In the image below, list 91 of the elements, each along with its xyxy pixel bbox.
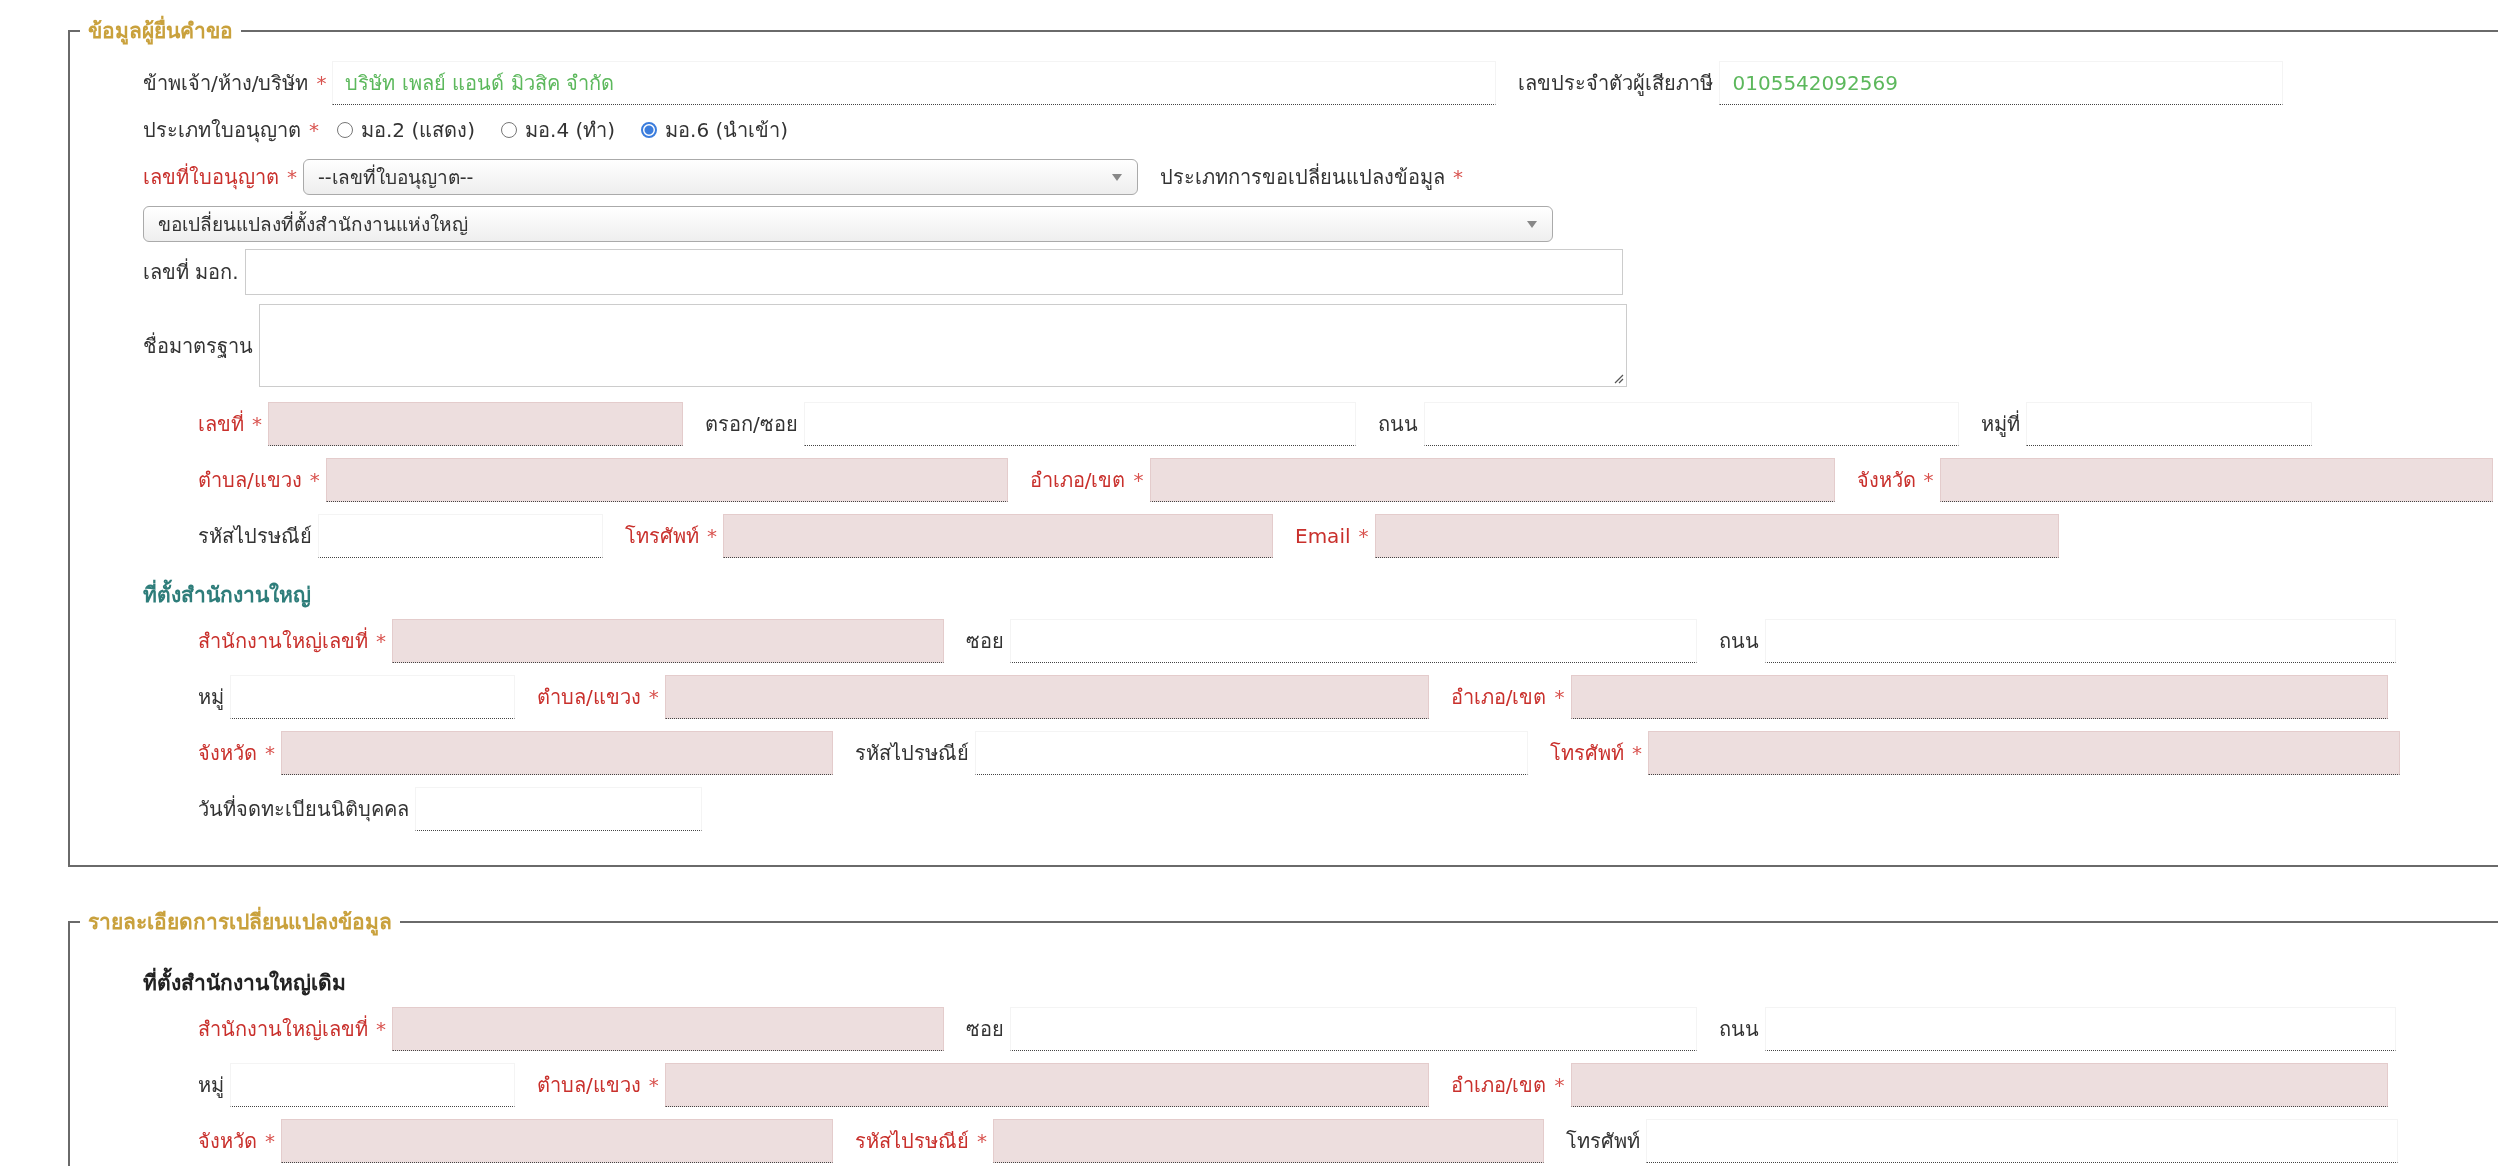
radio-label[interactable]: มอ.2 (แสดง) [361, 114, 476, 146]
field-label: รหัสไปรษณีย์ [855, 1128, 969, 1155]
text-field[interactable] [1570, 1063, 2388, 1107]
text-field[interactable] [1374, 514, 2059, 558]
text-field[interactable] [1570, 675, 2388, 719]
text-field[interactable] [392, 619, 944, 663]
required-asterisk: * [1554, 1073, 1565, 1097]
caret-icon [1526, 219, 1538, 229]
field-label: ประเภทการขอเปลี่ยนแปลงข้อมูล [1160, 162, 1445, 192]
text-field[interactable] [993, 1119, 1544, 1163]
required-asterisk: * [1358, 524, 1369, 548]
required-asterisk: * [376, 1017, 386, 1041]
field-label: โทรศัพท์ [625, 523, 699, 550]
field-label: หมู่ [198, 684, 224, 712]
required-asterisk: * [1632, 741, 1642, 765]
field-label: ประเภทใบอนุญาต [143, 117, 301, 145]
field-label: รหัสไปรษณีย์ [855, 740, 969, 767]
radio-option[interactable]: มอ.6 (นำเข้า) [641, 114, 789, 146]
radio-option[interactable]: มอ.2 (แสดง) [337, 114, 476, 146]
field-label: ถนน [1719, 1016, 1759, 1043]
field-label: สำนักงานใหญ่เลขที่ [198, 626, 368, 655]
required-asterisk: * [707, 524, 717, 548]
field-label: ตำบล/แขวง [198, 467, 302, 494]
field-label: เลขที่ [198, 409, 244, 438]
required-asterisk: * [309, 118, 319, 142]
required-asterisk: * [309, 468, 320, 492]
section-legend: ข้อมูลผู้ยื่นคำขอ [80, 14, 241, 47]
text-field[interactable] [723, 514, 1273, 558]
field-label: ถนน [1719, 628, 1759, 655]
resize-grip-icon[interactable] [1612, 372, 1624, 384]
field-label: ถนน [1377, 411, 1418, 438]
text-field[interactable] [268, 402, 683, 446]
required-asterisk: * [648, 685, 659, 709]
field-label: จังหวัด [198, 1128, 257, 1155]
subsection-heading: ที่ตั้งสำนักงานใหญ่เดิม [70, 966, 2498, 999]
text-field[interactable] [281, 731, 833, 775]
required-asterisk: * [287, 165, 297, 189]
field-label: เลขประจำตัวผู้เสียภาษี [1518, 70, 1714, 98]
subsection-heading: ที่ตั้งสำนักงานใหญ่ [70, 578, 2498, 611]
field-label: หมู่ [198, 1072, 224, 1100]
field-label: จังหวัด [1856, 467, 1916, 494]
field-label: ซอย [966, 628, 1004, 655]
field-label: ซอย [966, 1016, 1004, 1043]
required-asterisk: * [376, 629, 386, 653]
field-label: วันที่จดทะเบียนนิติบุคคล [198, 794, 409, 824]
radio-button[interactable] [641, 122, 658, 138]
required-asterisk: * [265, 741, 275, 765]
field-label: ชื่อมาตรฐาน [143, 331, 253, 360]
radio-button[interactable] [501, 122, 518, 138]
required-asterisk: * [648, 1073, 659, 1097]
radio-label[interactable]: มอ.6 (นำเข้า) [665, 114, 789, 146]
radio-option[interactable]: มอ.4 (ทำ) [501, 114, 616, 146]
field-label: ตำบล/แขวง [537, 1072, 641, 1099]
field-label: ข้าพเจ้า/ห้าง/บริษัท [143, 70, 309, 97]
dropdown-select[interactable]: ขอเปลี่ยนแปลงที่ตั้งสำนักงานแห่งใหญ่ [143, 206, 1553, 242]
field-label: Email [1295, 524, 1351, 548]
text-field[interactable] [1939, 458, 2493, 502]
field-label: รหัสไปรษณีย์ [198, 523, 312, 550]
text-field[interactable] [664, 675, 1429, 719]
text-field[interactable] [664, 1063, 1429, 1107]
required-asterisk: * [1554, 685, 1565, 709]
required-asterisk: * [265, 1129, 275, 1153]
required-asterisk: * [1453, 165, 1463, 189]
field-label: โทรศัพท์ [1566, 1128, 1640, 1155]
field-label: อำเภอ/เขต [1029, 467, 1126, 494]
required-asterisk: * [316, 71, 327, 95]
caret-icon [1111, 172, 1123, 182]
text-field[interactable] [325, 458, 1008, 502]
field-label: เลขที่ มอก. [143, 257, 239, 286]
field-label: จังหวัด [198, 740, 257, 767]
field-label: ตรอก/ซอย [705, 411, 798, 438]
text-field[interactable] [392, 1007, 944, 1051]
field-label: โทรศัพท์ [1550, 740, 1624, 767]
required-asterisk: * [1923, 468, 1934, 492]
radio-label[interactable]: มอ.4 (ทำ) [525, 114, 616, 146]
radio-button[interactable] [337, 122, 353, 138]
text-field[interactable] [244, 249, 1623, 295]
field-label: หมู่ที่ [1980, 409, 2020, 439]
field-label: เลขที่ใบอนุญาต [143, 162, 279, 192]
field-label: อำเภอ/เขต [1450, 1072, 1547, 1099]
text-field[interactable] [1648, 731, 2400, 775]
dropdown-select[interactable]: --เลขที่ใบอนุญาต-- [303, 159, 1138, 195]
required-asterisk: * [1133, 468, 1144, 492]
required-asterisk: * [252, 412, 262, 436]
text-field[interactable] [1149, 458, 1835, 502]
required-asterisk: * [977, 1129, 987, 1153]
section-legend: รายละเอียดการเปลี่ยนแปลงข้อมูล [80, 905, 400, 938]
field-label: อำเภอ/เขต [1450, 684, 1547, 711]
text-field[interactable] [281, 1119, 833, 1163]
field-label: สำนักงานใหญ่เลขที่ [198, 1014, 368, 1043]
field-label: ตำบล/แขวง [537, 684, 641, 711]
